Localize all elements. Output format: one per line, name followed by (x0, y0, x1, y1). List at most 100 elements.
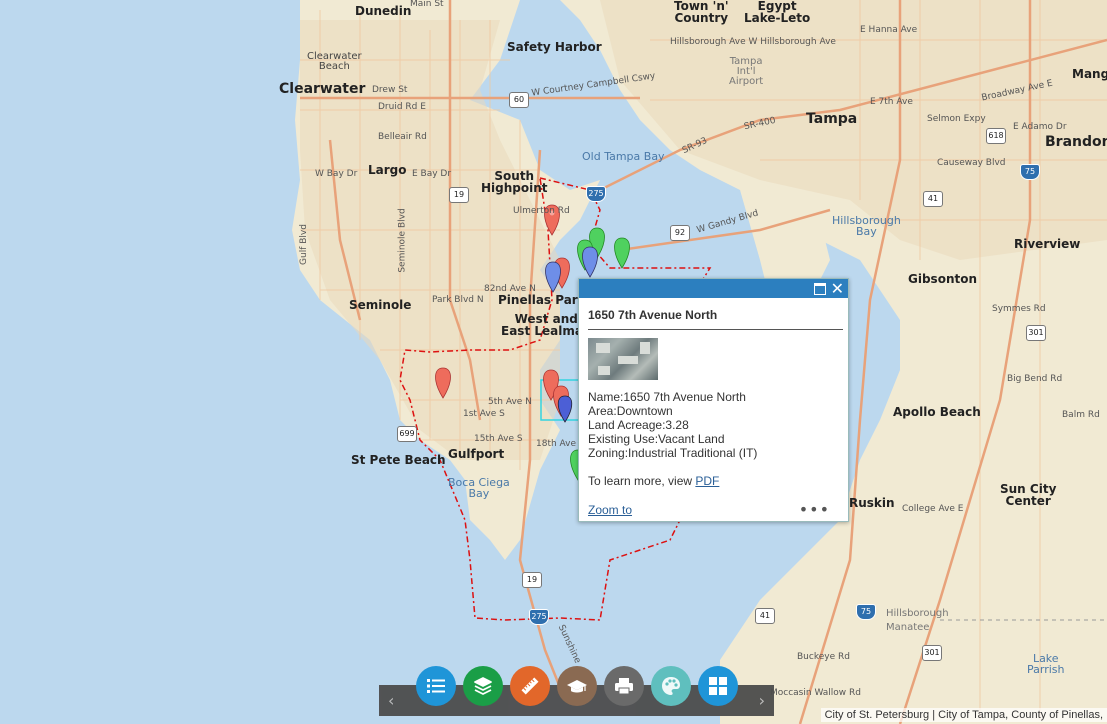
road-label: 1st Ave S (463, 409, 505, 419)
road-label: E Hanna Ave (860, 25, 918, 35)
field-land-acreage: Land Acreage:3.28 (588, 418, 689, 432)
road-label: Balm Rd (1062, 410, 1100, 420)
layers-icon (474, 677, 492, 695)
place-label: Seminole (349, 298, 412, 312)
map-attribution: City of St. Petersburg | City of Tampa, … (820, 708, 1107, 722)
place-label: Dunedin (355, 4, 412, 18)
road-label: Moccasin Wallow Rd (770, 688, 861, 698)
place-label: Egypt Lake-Leto (744, 0, 811, 25)
road-label: Seminole Blvd (397, 208, 408, 273)
place-label: Clearwater Beach (307, 51, 362, 72)
road-label: Ulmerton Rd (513, 206, 570, 216)
road-label: Park Blvd N (432, 295, 484, 305)
road-label: 82nd Ave N (484, 284, 536, 294)
road-label: Main St (410, 0, 444, 9)
maximize-icon[interactable] (814, 283, 826, 295)
field-area: Area:Downtown (588, 404, 673, 418)
parcel-thumbnail[interactable] (588, 338, 658, 380)
place-label: Hillsborough (886, 608, 949, 619)
highway-shield: 92 (670, 225, 690, 241)
road-label: 18th Ave (536, 439, 577, 449)
place-label: Brandon (1045, 134, 1107, 150)
field-existing-use: Existing Use:Vacant Land (588, 432, 725, 446)
palette-icon (662, 677, 680, 695)
highway-shield: 60 (509, 92, 529, 108)
place-label: Ruskin (849, 496, 895, 510)
field-name: Name:1650 7th Avenue North (588, 390, 746, 404)
grid-icon (709, 677, 727, 695)
close-icon[interactable]: ✕ (831, 279, 844, 298)
road-label: E Bay Dr (412, 169, 452, 179)
water-label: Old Tampa Bay (582, 150, 665, 163)
road-label: 15th Ave S (474, 434, 523, 444)
basemap-button[interactable] (651, 666, 691, 706)
feature-popup: ✕ 1650 7th Avenue North Name:1650 7th Av… (578, 278, 849, 522)
toolbar-prev-arrow[interactable]: ‹ (388, 691, 394, 710)
place-label: Sun City Center (1000, 482, 1057, 508)
popup-fields: Name:1650 7th Avenue North Area:Downtown… (588, 390, 848, 460)
road-label: Belleair Rd (378, 132, 427, 142)
place-label: Safety Harbor (507, 40, 602, 54)
road-label: E Adamo Dr (1013, 122, 1067, 132)
road-label: Big Bend Rd (1007, 374, 1063, 384)
road-label: Symmes Rd (992, 304, 1046, 314)
place-label: Clearwater (279, 81, 366, 97)
place-label: Mango (1072, 67, 1107, 81)
graduation-cap-icon (567, 680, 587, 693)
about-button[interactable] (557, 666, 597, 706)
road-label: Gulf Blvd (298, 224, 309, 265)
water-label: Boca Ciega Bay (448, 476, 510, 500)
road-label: Causeway Blvd (937, 158, 1006, 168)
place-label: South Highpoint (481, 169, 548, 195)
road-label: College Ave E (902, 504, 964, 514)
more-actions-icon[interactable]: ••• (799, 500, 830, 519)
interstate-shield: 275 (529, 609, 549, 625)
place-label: Manatee (886, 622, 930, 633)
place-label: Town 'n' Country (674, 0, 729, 25)
highway-shield: 19 (522, 572, 542, 588)
ruler-icon (521, 677, 539, 695)
place-label: Pinellas Park (498, 293, 586, 307)
highway-shield: 618 (986, 128, 1006, 144)
road-label: Druid Rd E (378, 102, 426, 112)
road-label: E 7th Ave (870, 97, 913, 107)
pdf-link[interactable]: PDF (695, 474, 719, 488)
interstate-shield: 275 (586, 186, 606, 202)
highway-shield: 19 (449, 187, 469, 203)
highway-shield: 699 (397, 426, 417, 442)
place-label: Apollo Beach (893, 405, 981, 419)
place-label: Tampa Int'l Airport (729, 56, 764, 87)
highway-shield: 41 (755, 608, 775, 624)
road-label: 5th Ave N (488, 397, 532, 407)
toolbar-next-arrow[interactable]: › (759, 691, 765, 710)
highway-shield: 301 (1026, 325, 1046, 341)
interstate-shield: 75 (1020, 164, 1040, 180)
road-label: Drew St (372, 85, 408, 95)
road-label: W Bay Dr (315, 169, 358, 179)
layers-button[interactable] (463, 666, 503, 706)
road-label: Hillsborough Ave W Hillsborough Ave (670, 37, 836, 47)
legend-button[interactable] (416, 666, 456, 706)
place-label: Lake Parrish (1027, 652, 1065, 676)
place-label: Largo (368, 163, 407, 177)
highway-shield: 41 (923, 191, 943, 207)
highway-shield: 301 (922, 645, 942, 661)
measure-button[interactable] (510, 666, 550, 706)
learn-more-text: To learn more, view PDF (588, 474, 720, 488)
list-icon (427, 679, 445, 693)
basemap-gallery-button[interactable] (698, 666, 738, 706)
place-label: Tampa (806, 111, 858, 127)
print-button[interactable] (604, 666, 644, 706)
place-label: St Pete Beach (351, 453, 446, 467)
place-label: Gibsonton (908, 272, 978, 286)
road-label: Buckeye Rd (797, 652, 850, 662)
printer-icon (615, 678, 633, 695)
popup-title: 1650 7th Avenue North (588, 308, 843, 330)
place-label: Riverview (1014, 237, 1081, 251)
field-zoning: Zoning:Industrial Traditional (IT) (588, 446, 758, 460)
popup-header: ✕ (579, 279, 848, 298)
zoom-to-link[interactable]: Zoom to (588, 503, 632, 517)
water-label: Hillsborough Bay (832, 214, 901, 238)
road-label: Selmon Expy (927, 114, 986, 124)
interstate-shield: 75 (856, 604, 876, 620)
